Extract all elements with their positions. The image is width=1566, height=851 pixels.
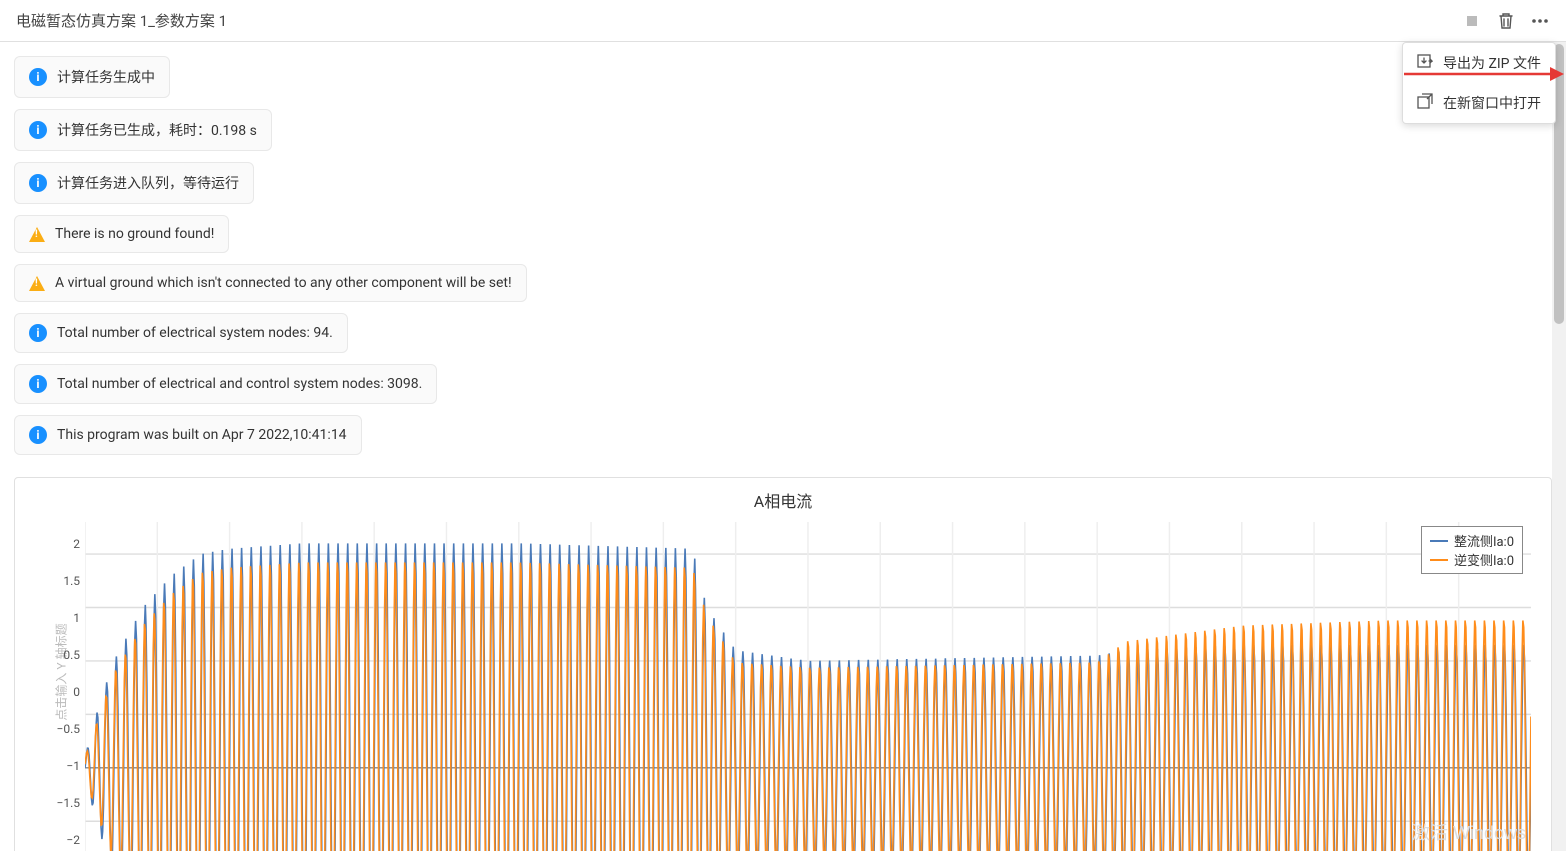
message-card: A virtual ground which isn't connected t…: [14, 264, 527, 302]
message-text: This program was built on Apr 7 2022,10:…: [57, 427, 347, 443]
info-icon: i: [29, 324, 47, 342]
message-card: i This program was built on Apr 7 2022,10…: [14, 415, 362, 455]
export-zip-label: 导出为 ZIP 文件: [1443, 53, 1541, 73]
message-card: i Total number of electrical system nodes…: [14, 313, 348, 353]
y-tick-label: −1: [40, 759, 80, 773]
legend-label-0: 整流侧Ia:0: [1454, 531, 1514, 550]
info-icon: i: [29, 174, 47, 192]
legend-series-0: 整流侧Ia:0: [1430, 531, 1514, 550]
header-actions: [1462, 11, 1550, 31]
legend-swatch-1: [1430, 559, 1448, 561]
open-window-label: 在新窗口中打开: [1443, 93, 1541, 113]
legend-swatch-0: [1430, 540, 1448, 542]
chart-container: A相电流 点击输入 Y 轴标题 整流侧Ia:0 逆变侧Ia:0 −2−1.5−1…: [14, 477, 1552, 851]
message-text: 计算任务进入队列，等待运行: [57, 173, 239, 193]
y-tick-label: −1.5: [40, 796, 80, 810]
warning-icon: [29, 276, 45, 291]
main-content: i 计算任务生成中 i 计算任务已生成，耗时：0.198 s i 计算任务进入队列，等待运…: [0, 42, 1566, 851]
open-window-icon: [1417, 93, 1433, 113]
message-list: i 计算任务生成中 i 计算任务已生成，耗时：0.198 s i 计算任务进入队列，等待运…: [14, 56, 1552, 463]
message-text: 计算任务生成中: [57, 67, 155, 87]
chart-title: A相电流: [25, 488, 1541, 512]
message-text: Total number of electrical and control s…: [57, 376, 422, 392]
info-icon: i: [29, 68, 47, 86]
y-tick-label: 2: [40, 537, 80, 551]
export-icon: [1417, 53, 1433, 73]
y-tick-label: 0.5: [40, 648, 80, 662]
legend-series-1: 逆变侧Ia:0: [1430, 550, 1514, 569]
message-text: Total number of electrical system nodes:…: [57, 325, 333, 341]
more-dropdown: 导出为 ZIP 文件 在新窗口中打开: [1402, 42, 1556, 124]
y-tick-label: 0: [40, 685, 80, 699]
message-card: i 计算任务生成中: [14, 56, 170, 98]
more-icon[interactable]: [1530, 11, 1550, 31]
y-tick-label: −0.5: [40, 722, 80, 736]
page-title: 电磁暂态仿真方案 1_参数方案 1: [16, 10, 227, 31]
stop-icon[interactable]: [1462, 11, 1482, 31]
chart-inner: 整流侧Ia:0 逆变侧Ia:0 −2−1.5−1−0.500.511.52: [85, 522, 1531, 851]
y-tick-label: −2: [40, 833, 80, 847]
message-card: There is no ground found!: [14, 215, 229, 253]
y-axis-ticks: −2 −1.5 −1 −0.5 0 0.5 1 1.5 2: [40, 522, 80, 851]
message-card: i 计算任务已生成，耗时：0.198 s: [14, 109, 272, 151]
open-new-window-item[interactable]: 在新窗口中打开: [1403, 83, 1555, 123]
y-tick-label: 1: [40, 611, 80, 625]
legend-label-1: 逆变侧Ia:0: [1454, 550, 1514, 569]
info-icon: i: [29, 121, 47, 139]
message-card: i 计算任务进入队列，等待运行: [14, 162, 254, 204]
info-icon: i: [29, 375, 47, 393]
scrollbar[interactable]: [1552, 42, 1566, 851]
info-icon: i: [29, 426, 47, 444]
message-text: 计算任务已生成，耗时：0.198 s: [57, 120, 257, 140]
y-tick-label: 1.5: [40, 574, 80, 588]
chart-plot-area[interactable]: [85, 522, 1531, 851]
warning-icon: [29, 227, 45, 242]
message-text: There is no ground found!: [55, 226, 214, 242]
message-card: i Total number of electrical and control …: [14, 364, 437, 404]
chart-legend[interactable]: 整流侧Ia:0 逆变侧Ia:0: [1421, 526, 1523, 574]
export-zip-item[interactable]: 导出为 ZIP 文件: [1403, 43, 1555, 83]
trash-icon[interactable]: [1496, 11, 1516, 31]
header-bar: 电磁暂态仿真方案 1_参数方案 1: [0, 0, 1566, 42]
message-text: A virtual ground which isn't connected t…: [55, 275, 512, 291]
